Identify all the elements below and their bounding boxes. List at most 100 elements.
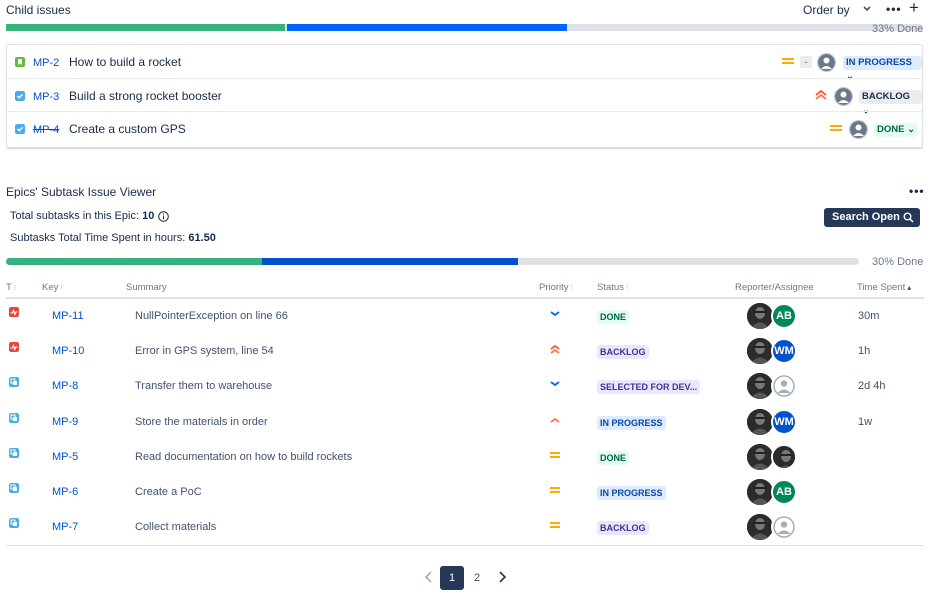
column-header-priority[interactable]: Priority ⁝ [539, 282, 573, 293]
table-row[interactable]: MP-10 Error in GPS system, line 54 BACKLOG… [6, 334, 924, 369]
assignee-avatar[interactable]: WM [771, 408, 797, 435]
status-dropdown[interactable]: IN PROGRESS ⌄ [843, 56, 922, 82]
issue-summary[interactable]: Create a PoC [135, 486, 202, 498]
unassigned-avatar[interactable] [771, 373, 797, 400]
sort-icon: ⁝ [625, 283, 629, 292]
reporter-avatar[interactable] [747, 479, 773, 505]
column-header-time-spent[interactable]: Time Spent ▴ [857, 282, 911, 293]
issue-summary[interactable]: Create a custom GPS [69, 122, 186, 136]
issue-summary[interactable]: Collect materials [135, 521, 216, 533]
child-issues-list: MP-2 How to build a rocket - IN PROGRESS… [6, 44, 923, 148]
time-spent-value: 2d 4h [858, 380, 886, 393]
issue-summary[interactable]: Read documentation on how to build rocke… [135, 451, 352, 463]
issue-summary[interactable]: NullPointerException on line 66 [135, 310, 288, 322]
issue-key-link[interactable]: MP-10 [52, 345, 84, 357]
chevron-right-icon[interactable] [497, 571, 507, 583]
unassigned-avatar[interactable] [817, 53, 836, 72]
priority-low-icon [550, 381, 560, 387]
reporter-avatar[interactable] [747, 514, 773, 541]
status-lozenge: SELECTED FOR DEV... [597, 380, 701, 395]
column-header-type[interactable]: T ⁝ [6, 282, 16, 293]
reporter-avatar[interactable] [747, 373, 773, 400]
priority-high-icon [550, 417, 560, 423]
sort-icon: ⁝ [570, 283, 574, 292]
issue-key-link[interactable]: MP-8 [52, 380, 78, 392]
issue-summary[interactable]: How to build a rocket [69, 55, 181, 69]
table-row[interactable]: MP-7 Collect materials BACKLOG [6, 510, 924, 545]
issue-key-link[interactable]: MP-5 [52, 451, 78, 463]
add-child-issue-icon[interactable]: + [909, 0, 919, 18]
table-bottom-border [6, 545, 924, 546]
issue-key-link[interactable]: MP-7 [52, 521, 78, 533]
issue-key-link[interactable]: MP-6 [52, 486, 78, 498]
priority-highest-icon [550, 345, 560, 354]
subtask-icon [9, 518, 19, 529]
sort-icon: ⁝ [13, 283, 17, 292]
table-row[interactable]: MP-8 Transfer them to warehouse SELECTED F… [6, 369, 924, 404]
assignee-avatar[interactable]: WM [771, 338, 797, 365]
issue-summary[interactable]: Build a strong rocket booster [69, 89, 222, 103]
assignee-avatar[interactable]: AB [771, 303, 797, 329]
task-icon [15, 91, 25, 101]
user-photo-icon [747, 373, 773, 400]
issue-summary[interactable]: Store the materials in order [135, 416, 268, 428]
reporter-avatar[interactable] [747, 303, 773, 329]
table-row[interactable]: MP-6 Create a PoC IN PROGRESS AB [6, 475, 924, 510]
progress-in-progress-segment [287, 24, 567, 31]
child-issue-row[interactable]: MP-4 Create a custom GPS DONE ⌄ [7, 111, 922, 144]
table-row[interactable]: MP-5 Read documentation on how to build r… [6, 440, 924, 475]
bug-icon [9, 307, 19, 317]
column-label: Reporter/Assignee [735, 282, 814, 293]
issue-key-link[interactable]: MP-11 [52, 310, 84, 322]
status-dropdown[interactable]: BACKLOG ⌄ [859, 90, 922, 116]
subtask-icon [9, 447, 19, 458]
progress-done-segment [6, 258, 262, 265]
column-label: Summary [126, 282, 167, 293]
issue-key-link[interactable]: MP-4 [33, 124, 59, 136]
chevron-down-icon[interactable] [860, 2, 874, 16]
child-issues-progress-bar [6, 24, 922, 31]
column-header-key[interactable]: Key ⁝ [42, 282, 63, 293]
issue-summary[interactable]: Error in GPS system, line 54 [135, 345, 274, 357]
order-by-button[interactable]: Order by [803, 3, 850, 17]
status-lozenge: IN PROGRESS [597, 415, 666, 430]
bug-icon [9, 342, 19, 353]
issue-key-link[interactable]: MP-3 [33, 91, 59, 103]
time-spent-value: 61.50 [188, 232, 216, 244]
child-issues-progress-text: 33% Done [872, 23, 924, 35]
more-options-icon[interactable]: ••• [909, 184, 925, 198]
column-header-reporter-assignee[interactable]: Reporter/Assignee [735, 282, 814, 293]
child-issue-row[interactable]: MP-3 Build a strong rocket booster BACKL… [7, 78, 922, 116]
column-label: Time Spent [857, 282, 906, 293]
assignee-avatar[interactable]: AB [771, 479, 797, 505]
reporter-avatar[interactable] [747, 443, 773, 470]
time-spent-value: 1w [858, 415, 873, 428]
child-issue-row[interactable]: MP-2 How to build a rocket - IN PROGRESS… [7, 45, 922, 82]
column-header-status[interactable]: Status ⁝ [597, 282, 628, 293]
unassigned-avatar[interactable] [849, 120, 868, 139]
unassigned-avatar[interactable] [834, 87, 853, 106]
table-row[interactable]: MP-9 Store the materials in order IN PROGR… [6, 405, 924, 440]
status-dropdown[interactable]: DONE ⌄ [874, 123, 919, 137]
chevron-left-icon[interactable] [424, 571, 434, 583]
column-header-summary[interactable]: Summary [126, 282, 167, 293]
sort-asc-icon: ▴ [907, 283, 912, 292]
issue-summary[interactable]: Transfer them to warehouse [135, 380, 272, 392]
issue-key-link[interactable]: MP-9 [52, 416, 78, 428]
search-open-button[interactable]: Search Open [824, 208, 920, 227]
status-lozenge: DONE [597, 310, 630, 324]
progress-in-progress-segment [261, 258, 518, 265]
assignee-avatar[interactable] [771, 443, 797, 470]
table-row[interactable]: MP-11 NullPointerException on line 66 DONE… [6, 299, 924, 334]
user-icon [773, 375, 795, 398]
status-label: BACKLOG [862, 91, 911, 102]
unassigned-avatar[interactable] [771, 514, 797, 541]
more-options-icon[interactable]: ••• [886, 2, 902, 16]
info-icon[interactable] [158, 211, 169, 222]
reporter-avatar[interactable] [747, 408, 773, 435]
user-photo-icon [747, 479, 773, 505]
page-2-button[interactable]: 2 [465, 566, 489, 590]
reporter-avatar[interactable] [747, 338, 773, 365]
page-1-button[interactable]: 1 [440, 566, 464, 590]
issue-key-link[interactable]: MP-2 [33, 57, 59, 69]
